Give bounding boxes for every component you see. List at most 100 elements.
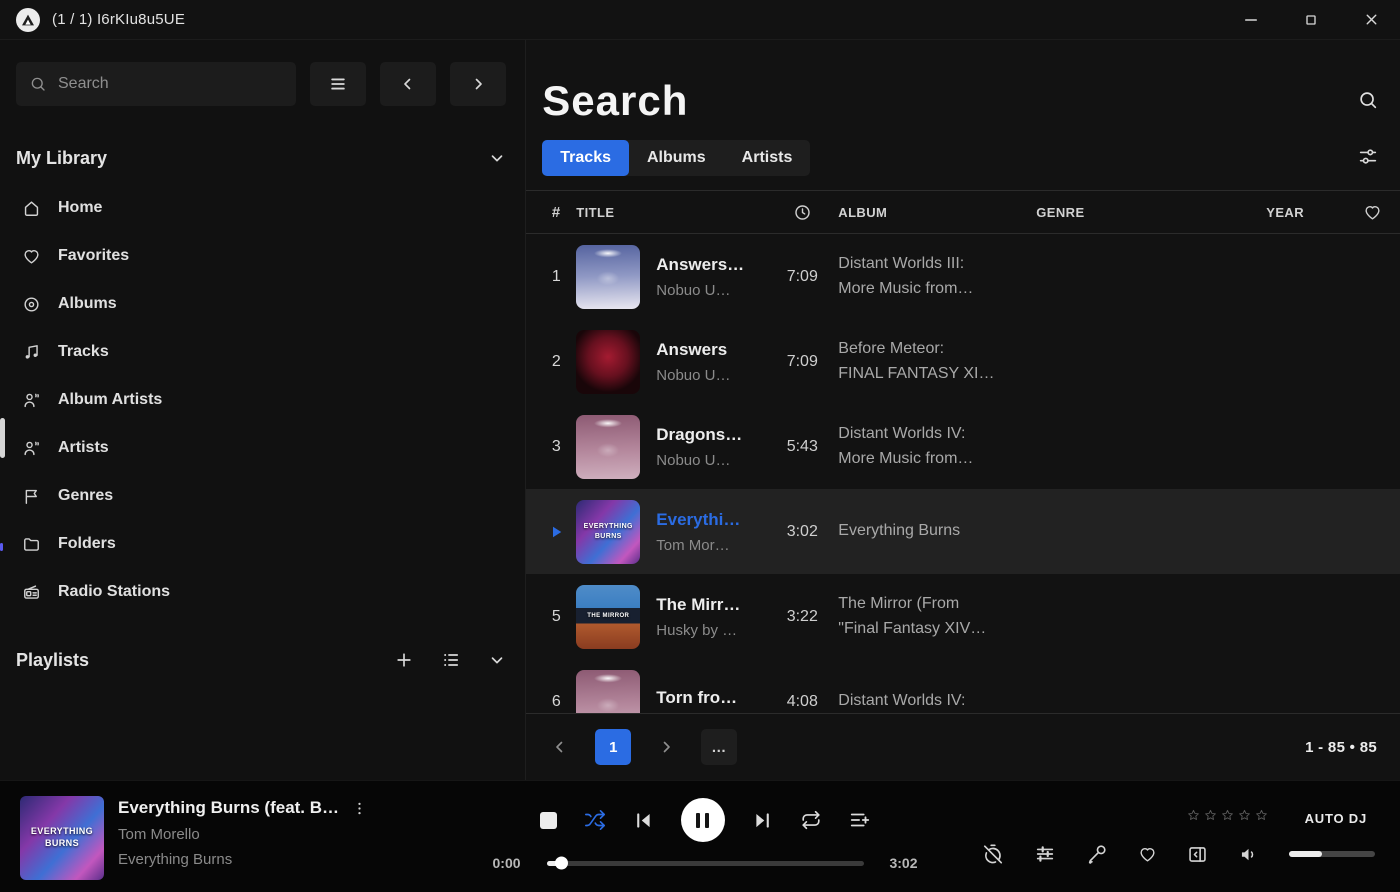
track-album[interactable]: The Mirror (From"Final Fantasy XIV… xyxy=(838,592,1036,642)
close-button[interactable] xyxy=(1358,7,1384,33)
sidebar-item-home[interactable]: Home xyxy=(16,184,506,232)
row-favorite[interactable] xyxy=(1344,446,1400,447)
stop-button[interactable] xyxy=(540,812,557,829)
page-next-button[interactable] xyxy=(648,729,684,765)
column-header-genre[interactable]: GENRE xyxy=(1036,205,1266,220)
row-favorite[interactable] xyxy=(1344,361,1400,362)
track-artist[interactable]: Nobuo U… xyxy=(656,452,766,469)
star-icon[interactable] xyxy=(1186,808,1201,828)
queue-panel-button[interactable] xyxy=(1187,844,1208,865)
auto-dj-label[interactable]: AUTO DJ xyxy=(1305,811,1375,826)
sleep-timer-off-button[interactable] xyxy=(982,843,1004,865)
track-title[interactable]: Torn fro… xyxy=(656,688,766,708)
sidebar-item-artists[interactable]: Artists xyxy=(16,424,506,472)
track-artist[interactable]: Nobuo U… xyxy=(656,367,766,384)
left-edge-scrollbar[interactable] xyxy=(0,418,5,458)
table-row[interactable]: 2 Answers Nobuo U… 7:09 Before Meteor:FI… xyxy=(526,319,1400,404)
disc-icon xyxy=(22,295,41,314)
track-album[interactable]: Distant Worlds IV:More Music from… xyxy=(838,422,1036,472)
table-row[interactable]: 1 Answers… Nobuo U… 7:09 Distant Worlds … xyxy=(526,234,1400,319)
track-options-button[interactable] xyxy=(351,800,368,817)
search-input[interactable] xyxy=(58,75,283,93)
volume-slider[interactable] xyxy=(1289,851,1375,857)
menu-button[interactable] xyxy=(310,62,366,106)
sidebar-item-album-artists[interactable]: Album Artists xyxy=(16,376,506,424)
sidebar-search[interactable] xyxy=(16,62,296,106)
sidebar-item-tracks[interactable]: Tracks xyxy=(16,328,506,376)
star-icon[interactable] xyxy=(1203,808,1218,828)
nav-back-button[interactable] xyxy=(380,62,436,106)
shuffle-button[interactable] xyxy=(584,809,606,831)
track-album[interactable]: Distant Worlds IV: xyxy=(838,689,1036,714)
mute-button[interactable] xyxy=(1238,844,1259,865)
track-artist[interactable]: Husky by … xyxy=(656,622,766,639)
track-title[interactable]: The Mirr… xyxy=(656,595,766,615)
table-row[interactable]: 6 Torn fro… 4:08 Distant Worlds IV: xyxy=(526,659,1400,714)
sidebar-item-favorites[interactable]: Favorites xyxy=(16,232,506,280)
star-icon[interactable] xyxy=(1254,808,1269,828)
column-header-number[interactable]: # xyxy=(536,204,576,221)
track-genre xyxy=(1036,276,1266,277)
sidebar-item-radio-stations[interactable]: Radio Stations xyxy=(16,568,506,616)
now-playing-artist[interactable]: Tom Morello xyxy=(118,826,368,843)
track-title[interactable]: Answers xyxy=(656,340,766,360)
now-playing-art[interactable]: EVERYTHING BURNS xyxy=(20,796,104,880)
tab-tracks[interactable]: Tracks xyxy=(542,140,629,176)
track-title[interactable]: Dragons… xyxy=(656,425,766,445)
track-album[interactable]: Distant Worlds III:More Music from… xyxy=(838,252,1036,302)
row-favorite[interactable] xyxy=(1344,531,1400,532)
next-button[interactable] xyxy=(752,810,773,831)
page-1-button[interactable]: 1 xyxy=(595,729,631,765)
duration-column-clock-icon[interactable] xyxy=(766,203,838,222)
table-row[interactable]: 3 Dragons… Nobuo U… 5:43 Distant Worlds … xyxy=(526,404,1400,489)
now-playing-album[interactable]: Everything Burns xyxy=(118,851,368,868)
pause-button[interactable] xyxy=(681,798,725,842)
previous-button[interactable] xyxy=(633,810,654,831)
page-search-button[interactable] xyxy=(1357,89,1379,114)
now-playing-title[interactable]: Everything Burns (feat. B… xyxy=(118,798,339,818)
favorite-track-button[interactable] xyxy=(1138,845,1157,864)
add-playlist-button[interactable] xyxy=(394,650,414,670)
table-row[interactable]: 5 THE MIRROR The Mirr… Husky by … 3:22 T… xyxy=(526,574,1400,659)
column-header-album[interactable]: ALBUM xyxy=(838,205,1036,220)
track-rating-stars[interactable] xyxy=(1186,808,1269,828)
favorite-column-heart-icon[interactable] xyxy=(1344,203,1400,222)
maximize-button[interactable] xyxy=(1298,7,1324,33)
nav-forward-button[interactable] xyxy=(450,62,506,106)
seek-handle[interactable] xyxy=(555,857,568,870)
row-favorite[interactable] xyxy=(1344,616,1400,617)
table-row[interactable]: EVERYTHING BURNS Everythi… Tom Mor… 3:02… xyxy=(526,489,1400,574)
track-title[interactable]: Answers… xyxy=(656,255,766,275)
row-favorite[interactable] xyxy=(1344,701,1400,702)
page-more-button[interactable]: … xyxy=(701,729,737,765)
repeat-button[interactable] xyxy=(800,809,822,831)
column-header-year[interactable]: YEAR xyxy=(1266,205,1344,220)
lyrics-mic-button[interactable] xyxy=(1086,843,1108,865)
star-icon[interactable] xyxy=(1237,808,1252,828)
column-header-title[interactable]: TITLE xyxy=(576,205,766,220)
track-title[interactable]: Everythi… xyxy=(656,510,766,530)
playlists-collapse-button[interactable] xyxy=(488,651,506,669)
chevron-down-icon[interactable] xyxy=(488,149,506,167)
playlists-section-header[interactable]: Playlists xyxy=(16,646,506,674)
track-album[interactable]: Before Meteor:FINAL FANTASY XI… xyxy=(838,337,1036,387)
star-icon[interactable] xyxy=(1220,808,1235,828)
track-duration: 7:09 xyxy=(766,268,838,286)
library-section-header[interactable]: My Library xyxy=(16,144,506,172)
sidebar-item-genres[interactable]: Genres xyxy=(16,472,506,520)
track-artist[interactable]: Nobuo U… xyxy=(656,282,766,299)
minimize-button[interactable] xyxy=(1238,7,1264,33)
page-prev-button[interactable] xyxy=(542,729,578,765)
track-album[interactable]: Everything Burns xyxy=(838,519,1036,544)
sidebar-item-folders[interactable]: Folders xyxy=(16,520,506,568)
playlist-list-button[interactable] xyxy=(441,650,461,670)
seek-bar[interactable] xyxy=(547,861,864,866)
row-favorite[interactable] xyxy=(1344,276,1400,277)
sidebar-item-albums[interactable]: Albums xyxy=(16,280,506,328)
tab-albums[interactable]: Albums xyxy=(629,140,724,176)
equalizer-button[interactable] xyxy=(1034,843,1056,865)
tab-artists[interactable]: Artists xyxy=(724,140,811,176)
playlist-add-button[interactable] xyxy=(849,809,871,831)
filter-settings-button[interactable] xyxy=(1357,146,1379,171)
track-artist[interactable]: Tom Mor… xyxy=(656,537,766,554)
